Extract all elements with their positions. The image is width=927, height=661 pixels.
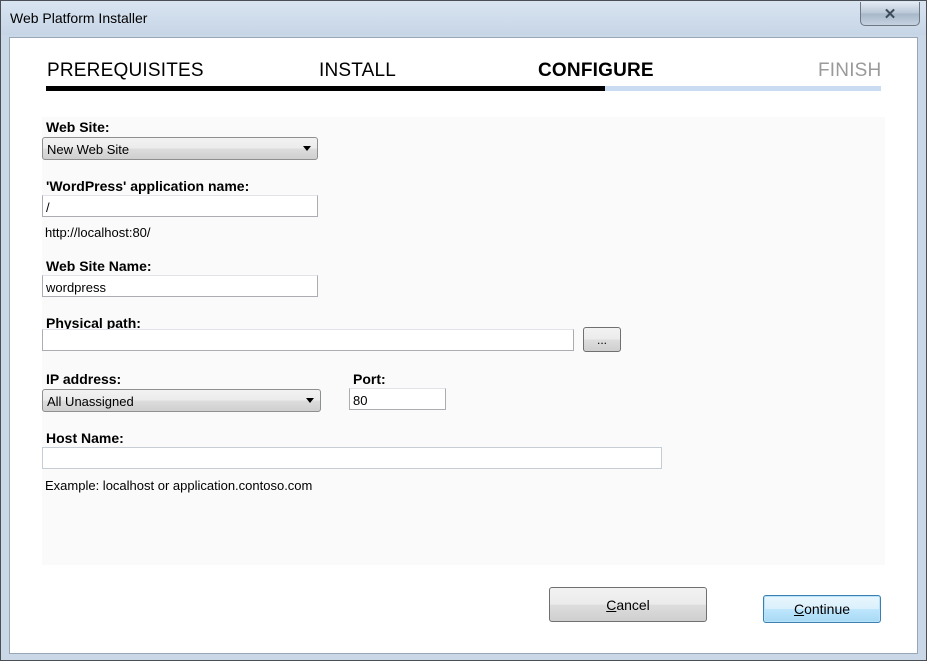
step-install: INSTALL [319,60,397,81]
host-name-label: Host Name: [46,430,124,446]
title-bar[interactable]: Web Platform Installer ✕ [1,1,926,35]
ip-address-label: IP address: [46,371,122,387]
web-site-value: New Web Site [47,142,130,157]
step-progress-completed [46,86,605,91]
chevron-down-icon [303,146,311,151]
cancel-button[interactable]: Cancel [549,587,707,622]
app-url-hint: http://localhost:80/ [45,225,151,240]
web-site-name-input[interactable] [42,275,318,297]
physical-path-input[interactable] [42,329,574,351]
web-site-dropdown[interactable]: New Web Site [42,137,318,160]
ip-address-dropdown[interactable]: All Unassigned [42,389,321,412]
close-icon: ✕ [883,5,897,23]
step-prerequisites: PREREQUISITES [47,60,204,81]
close-button[interactable]: ✕ [860,2,920,26]
port-input[interactable] [349,388,446,410]
step-configure: CONFIGURE [538,60,654,81]
app-name-label: 'WordPress' application name: [46,178,250,194]
host-name-input[interactable] [42,447,662,469]
step-finish: FINISH [818,60,882,81]
ip-address-value: All Unassigned [47,394,134,409]
app-name-input[interactable] [42,195,318,217]
step-progress-remaining [605,86,881,91]
web-site-name-label: Web Site Name: [46,258,152,274]
browse-button[interactable]: ... [583,327,621,352]
cancel-button-label: Cancel [606,596,650,613]
browse-button-label: ... [596,332,607,347]
host-name-example: Example: localhost or application.contos… [45,478,313,493]
web-site-label: Web Site: [46,119,110,135]
port-label: Port: [353,371,386,387]
continue-button-label: Continue [793,601,851,617]
window-title: Web Platform Installer [10,10,148,26]
chevron-down-icon [306,398,314,403]
continue-button[interactable]: Continue [763,595,881,623]
